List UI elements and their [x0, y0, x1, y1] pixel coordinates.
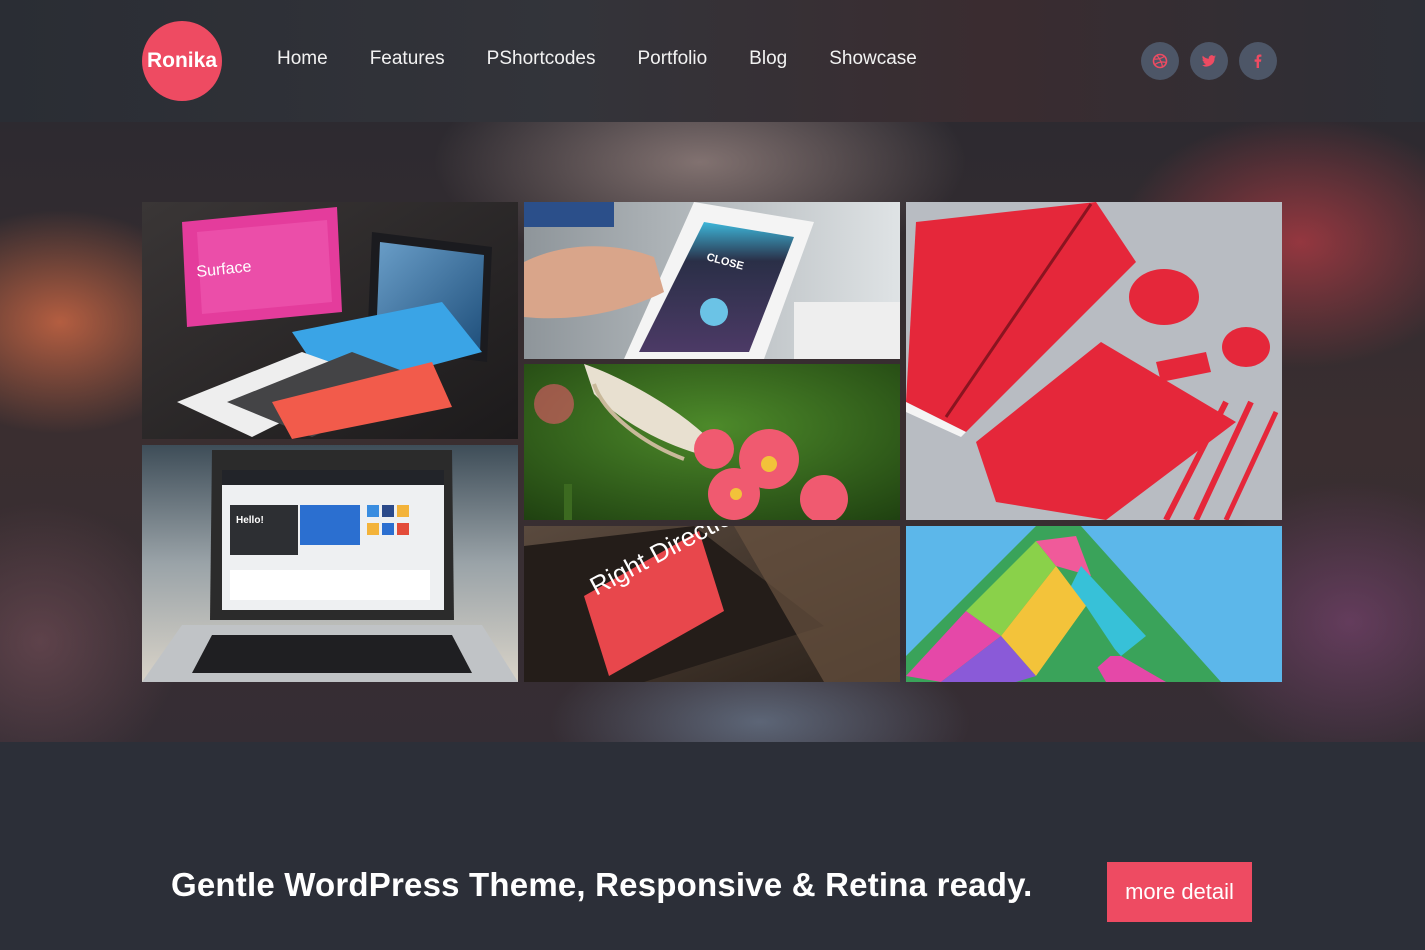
portfolio-tile-tablets[interactable]: Surface	[142, 202, 518, 439]
twitter-button[interactable]	[1190, 42, 1228, 80]
nav-item-home[interactable]: Home	[277, 48, 328, 70]
hero-banner: Surface CLOSE Hello! Right Direction	[0, 122, 1425, 742]
facebook-button[interactable]	[1239, 42, 1277, 80]
portfolio-tile-brochure[interactable]: Right Direction	[524, 526, 900, 682]
dribbble-button[interactable]	[1141, 42, 1179, 80]
promo-tagline: Gentle WordPress Theme, Responsive & Ret…	[171, 866, 1033, 903]
portfolio-tile-building[interactable]	[906, 526, 1282, 682]
portfolio-tile-stationery[interactable]	[906, 202, 1282, 520]
portfolio-tile-butterfly[interactable]	[524, 364, 900, 520]
tablet-keyboards-image: Surface	[142, 202, 518, 439]
twitter-icon	[1202, 55, 1216, 67]
nav-item-showcase[interactable]: Showcase	[829, 48, 917, 70]
more-detail-button[interactable]: more detail	[1107, 862, 1252, 922]
main-nav: Home Features PShortcodes Portfolio Blog…	[277, 48, 959, 70]
red-stationery-image	[906, 202, 1282, 520]
logo[interactable]: Ronika	[142, 21, 222, 101]
laptop-website-image: Hello!	[142, 445, 518, 682]
brochure-image: Right Direction	[524, 526, 900, 682]
nav-item-blog[interactable]: Blog	[749, 48, 787, 70]
butterfly-flower-image	[524, 364, 900, 520]
portfolio-tile-smartphone[interactable]: CLOSE	[524, 202, 900, 359]
nav-item-features[interactable]: Features	[370, 48, 445, 70]
site-header: Ronika Home Features PShortcodes Portfol…	[0, 0, 1425, 122]
nav-item-portfolio[interactable]: Portfolio	[637, 48, 707, 70]
social-links	[1141, 42, 1288, 80]
tile-caption-hello: Hello!	[236, 515, 264, 526]
colorful-building-image	[906, 526, 1282, 682]
nav-item-pshortcodes[interactable]: PShortcodes	[487, 48, 596, 70]
portfolio-tile-laptop[interactable]: Hello!	[142, 445, 518, 682]
smartphone-app-image: CLOSE	[524, 202, 900, 359]
dribbble-icon	[1152, 53, 1168, 69]
facebook-icon	[1254, 54, 1262, 68]
